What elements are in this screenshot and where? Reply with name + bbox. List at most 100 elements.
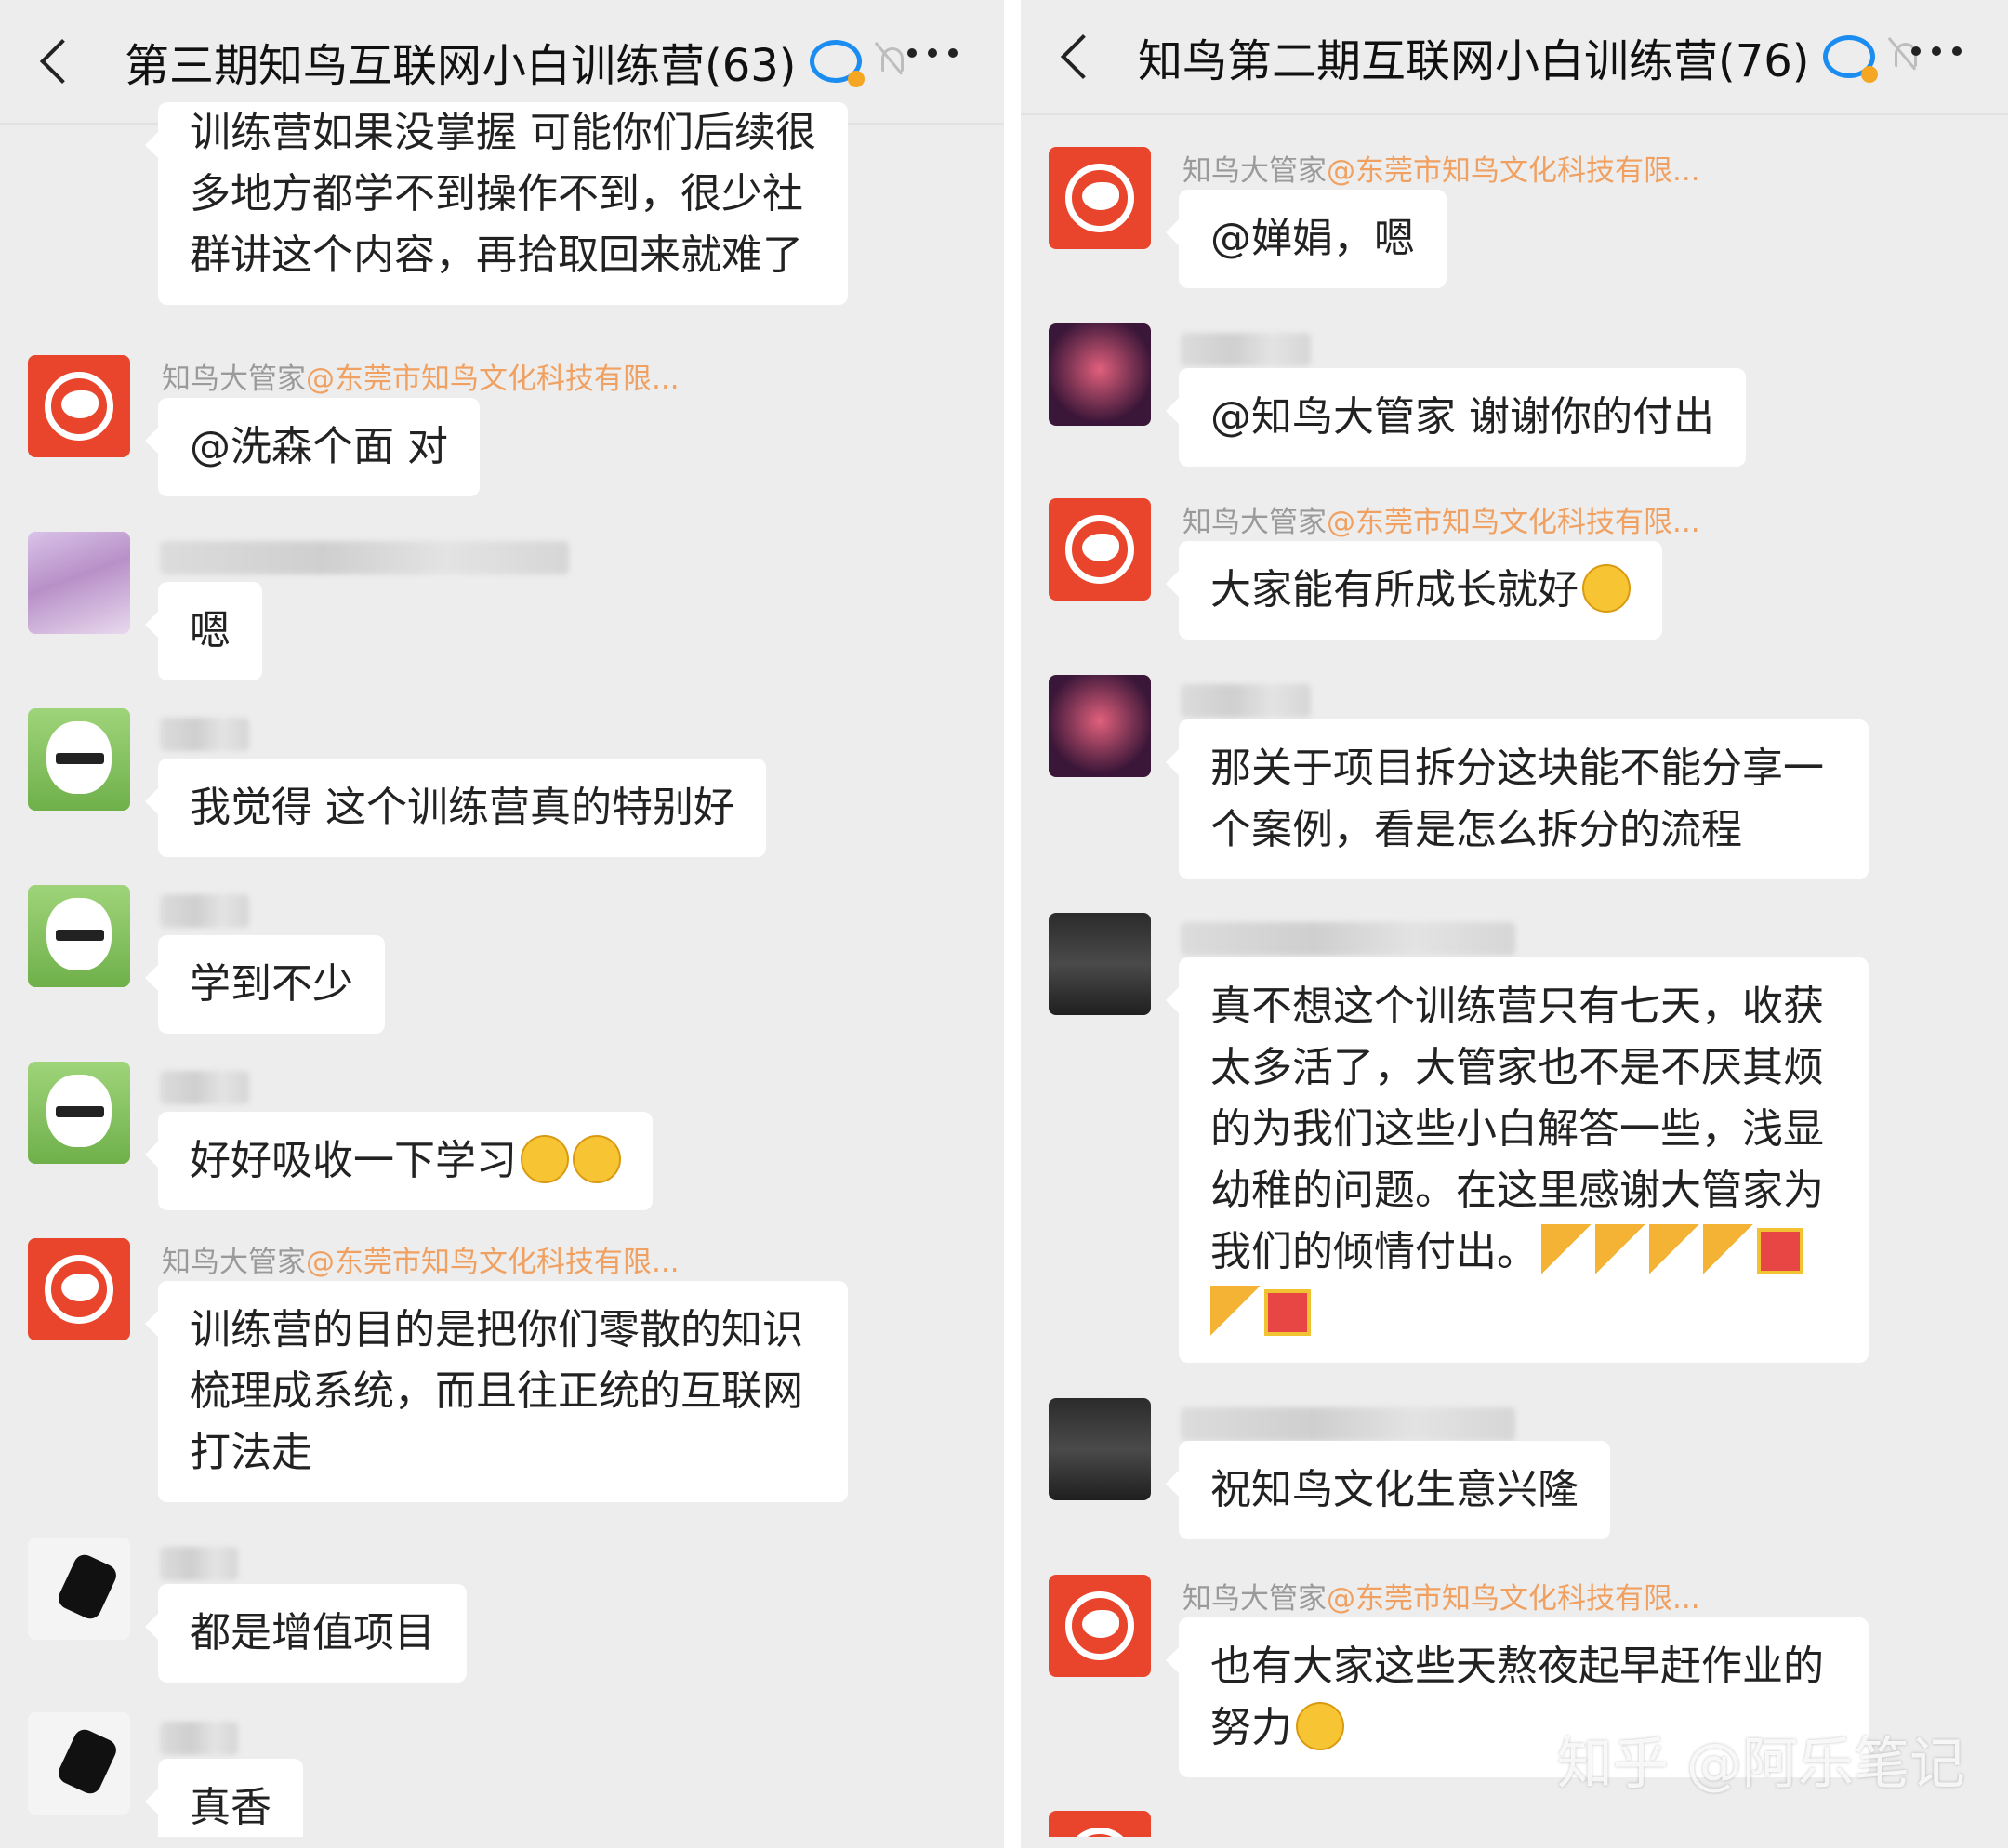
bell-muted-icon: [874, 42, 908, 79]
message-text: 我们的倾情付出。: [1210, 1228, 1538, 1275]
grin-emoji-icon: [1582, 564, 1631, 613]
chevron-left-icon[interactable]: [39, 38, 86, 85]
sender-nickname: 知鸟大管家: [1182, 506, 1327, 539]
bell-muted-icon: [1887, 37, 1922, 74]
sender-name: 知鸟大管家@东莞市知鸟文化科技有限...: [1182, 1575, 1700, 1617]
message-bubble[interactable]: 学到不少: [145, 935, 385, 1034]
blurred-sender-name: [160, 894, 249, 928]
avatar[interactable]: [28, 532, 130, 634]
avatar[interactable]: [28, 885, 130, 987]
sender-org: @东莞市知鸟文化科技有限...: [1327, 1582, 1700, 1616]
blurred-sender-name: [160, 1071, 249, 1104]
sender-name: 知鸟大管家@东莞市知鸟文化科技有限...: [1182, 147, 1700, 189]
blurred-sender-name: [160, 1722, 238, 1755]
left-chat-panel: 第三期知鸟互联网小白训练营(63) 训练营如果没掌握 可能你们后续很 多地方都学…: [0, 0, 1004, 1848]
sender-org: @东莞市知鸟文化科技有限...: [1327, 506, 1700, 539]
message-bubble[interactable]: @婵娟，嗯: [1166, 190, 1447, 288]
sender-nickname: 知鸟大管家: [1182, 154, 1327, 188]
message-line: 我们的倾情付出。: [1210, 1221, 1837, 1283]
avatar[interactable]: [1049, 323, 1151, 426]
message-line: 太多活了，大管家也不是不厌其烦: [1210, 1044, 1824, 1091]
avatar[interactable]: [1049, 498, 1151, 601]
more-dots-icon[interactable]: [907, 48, 958, 58]
message-bubble[interactable]: 祝知鸟文化生意兴隆: [1166, 1441, 1610, 1539]
message-bubble[interactable]: 都是增值项目: [145, 1584, 467, 1683]
blurred-sender-name: [1181, 684, 1311, 718]
avatar[interactable]: [1049, 1575, 1151, 1677]
blurred-sender-name: [1181, 333, 1311, 366]
avatar[interactable]: [1049, 675, 1151, 777]
party-popper-icon: [1541, 1224, 1592, 1274]
message-line: 梳理成系统，而且往正统的互联网: [190, 1367, 803, 1415]
message-line: 打法走: [190, 1429, 312, 1476]
avatar[interactable]: [28, 1062, 130, 1164]
message-line: 个案例，看是怎么拆分的流程: [1210, 806, 1742, 853]
blurred-sender-name: [1181, 922, 1515, 956]
message-bubble[interactable]: 真香: [145, 1759, 303, 1848]
smile-emoji-icon: [573, 1135, 621, 1183]
message-bubble[interactable]: 嗯: [145, 582, 262, 680]
sender-nickname: 知鸟大管家: [162, 363, 306, 396]
message-bubble[interactable]: 训练营的目的是把你们零散的知识 梳理成系统，而且往正统的互联网 打法走: [145, 1281, 848, 1502]
message-bubble[interactable]: 真不想这个训练营只有七天，收获 太多活了，大管家也不是不厌其烦 的为我们这些小白…: [1166, 957, 1869, 1363]
chat-title: 知鸟第二期互联网小白训练营(76): [1138, 35, 1810, 87]
message-bubble[interactable]: 好好吸收一下学习: [145, 1112, 653, 1210]
more-dots-icon[interactable]: [1911, 46, 1962, 56]
avatar[interactable]: [28, 1712, 130, 1815]
message-line: 幼稚的问题。在这里感谢大管家为: [1210, 1167, 1824, 1214]
gift-icon: [1757, 1228, 1803, 1274]
sender-org: @东莞市知鸟文化科技有限...: [306, 363, 680, 396]
party-popper-icon: [1703, 1224, 1753, 1274]
right-chat-panel: 知鸟第二期互联网小白训练营(76) 知鸟大管家@东莞市知鸟文化科技有限... @…: [1021, 0, 2008, 1848]
blurred-sender-name: [160, 541, 569, 574]
message-text: 好好吸收一下学习: [190, 1137, 517, 1184]
avatar[interactable]: [1049, 1398, 1151, 1500]
blurred-sender-name: [160, 718, 249, 751]
panel-divider: [1004, 0, 1021, 1848]
message-bubble[interactable]: 我觉得 这个训练营真的特别好: [145, 759, 766, 857]
avatar[interactable]: [1049, 147, 1151, 249]
chat-title: 第三期知鸟互联网小白训练营(63): [125, 40, 797, 92]
avatar[interactable]: [28, 1538, 130, 1640]
message-line: 多地方都学不到操作不到，很少社: [190, 170, 803, 218]
avatar[interactable]: [28, 355, 130, 457]
message-bubble[interactable]: 训练营如果没掌握 可能你们后续很 多地方都学不到操作不到，很少社 群讲这个内容，…: [145, 102, 848, 305]
gift-icon: [1264, 1289, 1311, 1336]
chat-header: 知鸟第二期互联网小白训练营(76): [1021, 0, 2008, 115]
party-popper-icon: [1649, 1224, 1699, 1274]
blurred-sender-name: [1181, 1407, 1515, 1441]
sender-name: 知鸟大管家@东莞市知鸟文化科技有限...: [162, 1238, 680, 1280]
message-line: 的为我们这些小白解答一些，浅显: [1210, 1105, 1824, 1153]
party-popper-icon: [1210, 1286, 1261, 1336]
bottom-edge: [1021, 1837, 2008, 1848]
message-bubble[interactable]: @洗森个面 对: [145, 398, 480, 496]
avatar[interactable]: [28, 708, 130, 811]
message-text: 大家能有所成长就好: [1210, 566, 1579, 614]
message-line: 群讲这个内容，再拾取回来就难了: [190, 231, 803, 279]
chevron-left-icon[interactable]: [1060, 33, 1106, 80]
message-line: 真不想这个训练营只有七天，收获: [1210, 983, 1824, 1030]
avatar[interactable]: [1049, 913, 1151, 1015]
party-popper-icon: [1595, 1224, 1645, 1274]
thinking-emoji-icon: [1296, 1702, 1344, 1750]
sender-org: @东莞市知鸟文化科技有限...: [306, 1246, 680, 1279]
sender-nickname: 知鸟大管家: [1182, 1582, 1327, 1616]
avatar[interactable]: [28, 1238, 130, 1340]
message-bubble[interactable]: 那关于项目拆分这块能不能分享一 个案例，看是怎么拆分的流程: [1166, 719, 1869, 879]
bottom-edge: [0, 1837, 1004, 1848]
watermark: 知乎 @阿乐笔记: [1556, 1732, 1965, 1797]
sender-name: 知鸟大管家@东莞市知鸟文化科技有限...: [162, 355, 680, 397]
sender-org: @东莞市知鸟文化科技有限...: [1327, 154, 1700, 188]
message-text: 努力: [1210, 1704, 1292, 1751]
message-line: 那关于项目拆分这块能不能分享一: [1210, 745, 1824, 792]
message-line: 训练营如果没掌握 可能你们后续很: [190, 109, 816, 156]
smile-emoji-icon: [521, 1135, 569, 1183]
message-line: 训练营的目的是把你们零散的知识: [190, 1306, 803, 1353]
message-line: [1210, 1283, 1837, 1344]
group-chat-icon: [809, 40, 865, 87]
group-chat-icon: [1822, 35, 1878, 83]
sender-name: 知鸟大管家@东莞市知鸟文化科技有限...: [1182, 498, 1700, 540]
message-bubble[interactable]: 大家能有所成长就好: [1166, 541, 1662, 640]
sender-nickname: 知鸟大管家: [162, 1246, 306, 1279]
message-bubble[interactable]: @知鸟大管家 谢谢你的付出: [1166, 368, 1746, 467]
